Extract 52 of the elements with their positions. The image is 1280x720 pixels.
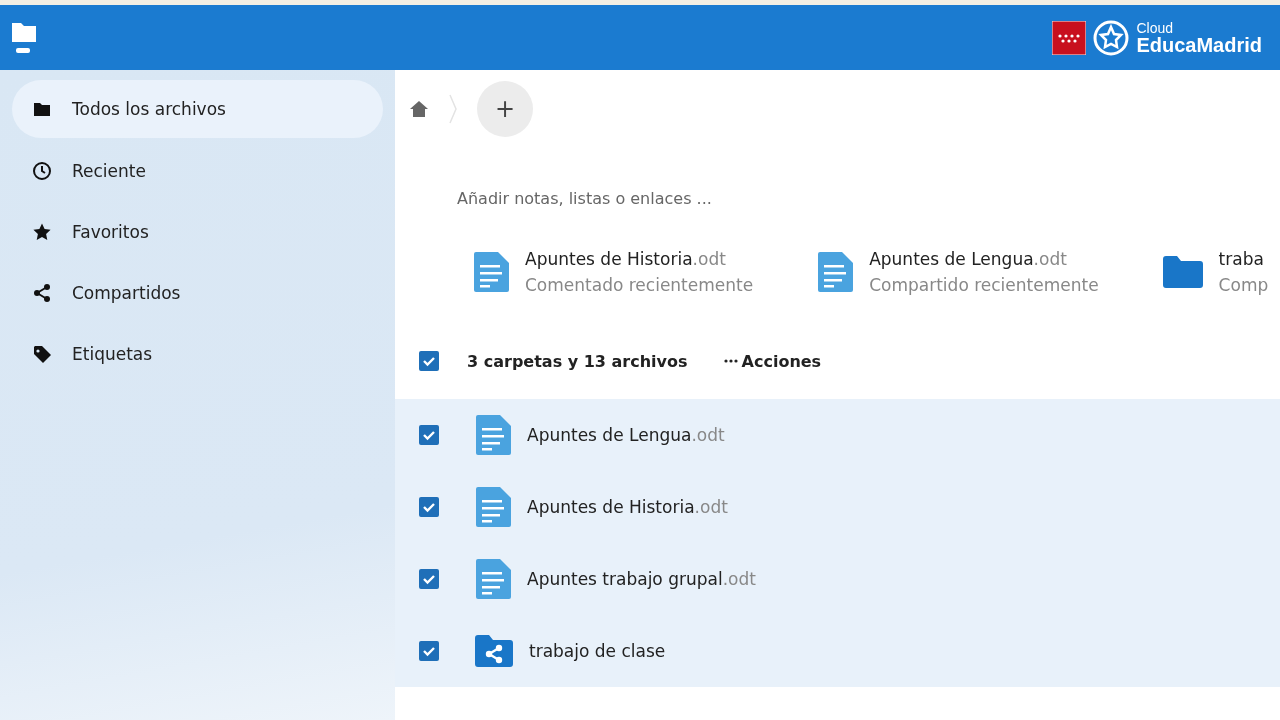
shared-folder-icon bbox=[475, 635, 513, 667]
row-checkbox[interactable] bbox=[419, 569, 439, 589]
recommended-file-name[interactable]: Apuntes de Lengua.odt bbox=[869, 249, 1099, 269]
nav-item[interactable]: Compartidos bbox=[12, 264, 383, 322]
recommendation-reason: Comp bbox=[1218, 275, 1269, 295]
file-row[interactable]: trabajo de clase bbox=[395, 615, 1280, 687]
share-icon bbox=[32, 283, 52, 303]
logo-caption: Cloud bbox=[1136, 20, 1174, 35]
nav-item[interactable]: Todos los archivos bbox=[12, 80, 383, 138]
more-icon bbox=[723, 358, 738, 364]
recommendation-reason: Compartido recientemente bbox=[869, 275, 1099, 295]
document-icon bbox=[817, 252, 854, 292]
folder-icon bbox=[1162, 256, 1203, 288]
file-name[interactable]: Apuntes de Lengua.odt bbox=[527, 425, 725, 445]
document-icon bbox=[475, 415, 511, 455]
file-name[interactable]: trabajo de clase bbox=[529, 641, 666, 661]
file-name[interactable]: Apuntes trabajo grupal.odt bbox=[527, 569, 756, 589]
recommended-file-name[interactable]: Apuntes de Historia.odt bbox=[525, 249, 754, 269]
checkmark-icon bbox=[422, 572, 436, 586]
checkmark-icon bbox=[422, 500, 436, 514]
nav-item[interactable]: Reciente bbox=[12, 142, 383, 200]
recommendation-reason: Comentado recientemente bbox=[525, 275, 754, 295]
nav-item[interactable]: Etiquetas bbox=[12, 325, 383, 383]
file-row[interactable]: Apuntes trabajo grupal.odt bbox=[395, 543, 1280, 615]
home-icon[interactable] bbox=[409, 100, 429, 118]
file-row[interactable]: Apuntes de Historia.odt bbox=[395, 471, 1280, 543]
star-icon bbox=[32, 222, 52, 242]
files-app-icon[interactable] bbox=[12, 20, 36, 55]
checkmark-icon bbox=[422, 354, 436, 368]
document-icon bbox=[475, 559, 511, 599]
document-icon bbox=[473, 252, 509, 292]
row-checkbox[interactable] bbox=[419, 641, 439, 661]
file-row[interactable]: Apuntes de Lengua.odt bbox=[395, 399, 1280, 471]
notes-field[interactable]: Añadir notas, listas o enlaces ... bbox=[455, 188, 955, 209]
star-logo-icon bbox=[1092, 18, 1131, 57]
select-all-checkbox[interactable] bbox=[419, 351, 439, 371]
logo-wordmark: EducaMadrid bbox=[1136, 34, 1262, 55]
row-checkbox[interactable] bbox=[419, 425, 439, 445]
actions-button[interactable]: Acciones bbox=[723, 351, 822, 371]
checkmark-icon bbox=[422, 428, 436, 442]
row-checkbox[interactable] bbox=[419, 497, 439, 517]
chevron-icon bbox=[449, 94, 457, 124]
checkmark-icon bbox=[422, 644, 436, 658]
clock-icon bbox=[32, 161, 52, 181]
document-icon bbox=[475, 487, 511, 527]
recommended-file-name[interactable]: traba bbox=[1218, 249, 1269, 269]
flag-icon bbox=[1052, 20, 1087, 55]
nav-item[interactable]: Favoritos bbox=[12, 203, 383, 261]
new-button[interactable]: + bbox=[477, 81, 533, 137]
selection-summary: 3 carpetas y 13 archivos bbox=[467, 351, 688, 371]
file-name[interactable]: Apuntes de Historia.odt bbox=[527, 497, 728, 517]
tag-icon bbox=[32, 344, 52, 364]
